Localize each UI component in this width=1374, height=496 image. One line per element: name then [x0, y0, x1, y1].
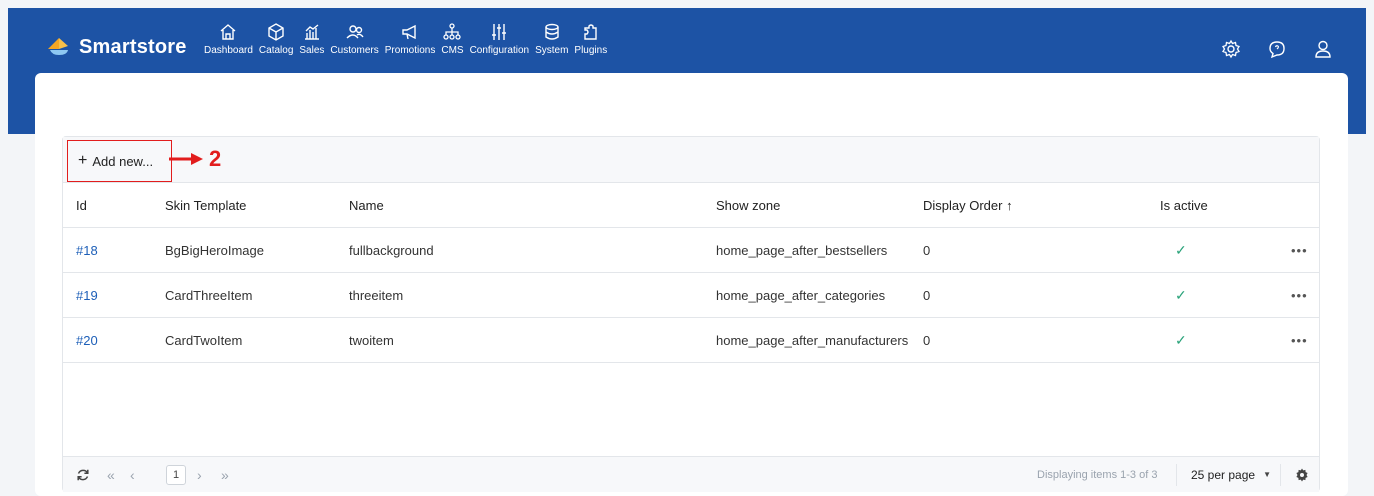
pager-divider — [1176, 463, 1177, 486]
nav-catalog[interactable]: Catalog — [259, 22, 293, 57]
nav-plugins[interactable]: Plugins — [574, 22, 607, 57]
pager-divider — [1280, 463, 1281, 486]
table-header: Id Skin Template Name Show zone Display … — [63, 184, 1319, 228]
row-zone: home_page_after_manufacturers — [716, 332, 909, 348]
top-right-actions — [1218, 38, 1336, 60]
per-page-label: 25 per page — [1191, 467, 1256, 482]
users-icon — [346, 25, 364, 39]
row-id-link[interactable]: #19 — [76, 273, 98, 317]
nav-label: Catalog — [258, 45, 294, 56]
col-header-skin[interactable]: Skin Template — [165, 184, 246, 227]
nav-system[interactable]: System — [535, 22, 568, 57]
display-info: Displaying items 1-3 of 3 — [1037, 468, 1158, 481]
plus-icon: + — [78, 152, 88, 169]
chart-icon — [304, 24, 319, 40]
cube-icon — [268, 23, 284, 41]
puzzle-icon — [584, 24, 597, 40]
help-button[interactable] — [1264, 38, 1290, 60]
database-icon — [545, 23, 559, 40]
row-zone: home_page_after_bestsellers — [716, 242, 888, 258]
megaphone-icon — [402, 24, 416, 40]
sliders-icon — [492, 24, 507, 40]
table-row[interactable]: #18 BgBigHeroImage fullbackground home_p… — [63, 228, 1319, 273]
row-order: 0 — [923, 332, 931, 348]
gear-icon — [1222, 39, 1240, 59]
nav-promotions[interactable]: Promotions — [384, 22, 436, 57]
grid-toolbar: + Add new... 2 — [63, 137, 1319, 183]
more-actions-icon[interactable]: ••• — [1291, 228, 1308, 272]
red-arrow-icon — [169, 153, 203, 165]
row-zone: home_page_after_categories — [716, 287, 886, 303]
caret-down-icon: ▼ — [1263, 470, 1271, 479]
user-button[interactable] — [1310, 38, 1336, 60]
row-order: 0 — [923, 287, 931, 303]
main-nav: Dashboard Catalog Sales Customers Promot… — [204, 22, 613, 57]
brand-name: Smartstore — [79, 35, 187, 58]
col-header-zone[interactable]: Show zone — [716, 184, 780, 227]
user-icon — [1315, 40, 1331, 58]
refresh-icon — [77, 469, 89, 480]
check-icon: ✓ — [1175, 286, 1187, 303]
brand-logo[interactable]: Smartstore — [46, 35, 187, 59]
nav-label: CMS — [441, 45, 464, 56]
row-id-link[interactable]: #20 — [76, 318, 98, 362]
prev-page-button[interactable]: ‹ — [130, 457, 135, 492]
home-icon — [220, 24, 236, 40]
nav-label: Configuration — [469, 45, 530, 56]
nav-customers[interactable]: Customers — [330, 22, 379, 57]
col-header-order[interactable]: Display Order ↑ — [923, 184, 1013, 227]
nav-dashboard[interactable]: Dashboard — [204, 22, 253, 57]
add-new-button[interactable]: + Add new... — [67, 140, 172, 182]
annotation-arrow: 2 — [169, 146, 222, 171]
add-new-label: Add new... — [92, 153, 154, 169]
first-page-button[interactable]: « — [107, 457, 115, 492]
refresh-button[interactable] — [76, 457, 90, 492]
grid-pager: « ‹ 1 › » Displaying items 1-3 of 3 25 p… — [63, 456, 1319, 492]
row-id-link[interactable]: #18 — [76, 228, 98, 272]
row-skin: BgBigHeroImage — [165, 242, 264, 258]
table-row[interactable]: #19 CardThreeItem threeitem home_page_af… — [63, 273, 1319, 318]
next-page-button[interactable]: › — [197, 457, 202, 492]
nav-label: System — [535, 45, 569, 56]
row-skin: CardThreeItem — [165, 287, 253, 303]
nav-cms[interactable]: CMS — [441, 22, 464, 57]
nav-label: Customers — [330, 45, 379, 56]
smartstore-logo-icon — [48, 38, 68, 55]
row-name: twoitem — [349, 332, 394, 348]
settings-button[interactable] — [1218, 38, 1244, 60]
row-name: fullbackground — [349, 242, 434, 258]
annotation-number: 2 — [209, 146, 222, 171]
gear-icon — [1296, 468, 1308, 481]
grid-settings-button[interactable] — [1295, 457, 1309, 492]
more-actions-icon[interactable]: ••• — [1291, 273, 1308, 317]
nav-configuration[interactable]: Configuration — [470, 22, 529, 57]
nav-label: Sales — [299, 45, 325, 56]
data-grid: + Add new... 2 Id Skin Template Name Sho… — [62, 136, 1320, 492]
col-header-name[interactable]: Name — [349, 184, 384, 227]
more-actions-icon[interactable]: ••• — [1291, 318, 1308, 362]
table-row[interactable]: #20 CardTwoItem twoitem home_page_after_… — [63, 318, 1319, 363]
last-page-button[interactable]: » — [221, 457, 229, 492]
nav-label: Plugins — [574, 45, 608, 56]
nav-label: Dashboard — [204, 45, 253, 56]
col-header-id[interactable]: Id — [76, 184, 87, 227]
sitemap-icon — [443, 23, 462, 40]
nav-sales[interactable]: Sales — [299, 22, 324, 57]
row-skin: CardTwoItem — [165, 332, 243, 348]
check-icon: ✓ — [1175, 331, 1187, 348]
nav-label: Promotions — [384, 45, 436, 56]
check-icon: ✓ — [1175, 241, 1187, 258]
page-number-button[interactable]: 1 — [166, 464, 186, 485]
col-header-active[interactable]: Is active — [1160, 184, 1208, 227]
row-name: threeitem — [349, 287, 404, 303]
row-order: 0 — [923, 242, 931, 258]
per-page-select[interactable]: 25 per page ▼ — [1191, 457, 1271, 492]
chat-help-icon — [1269, 41, 1285, 59]
